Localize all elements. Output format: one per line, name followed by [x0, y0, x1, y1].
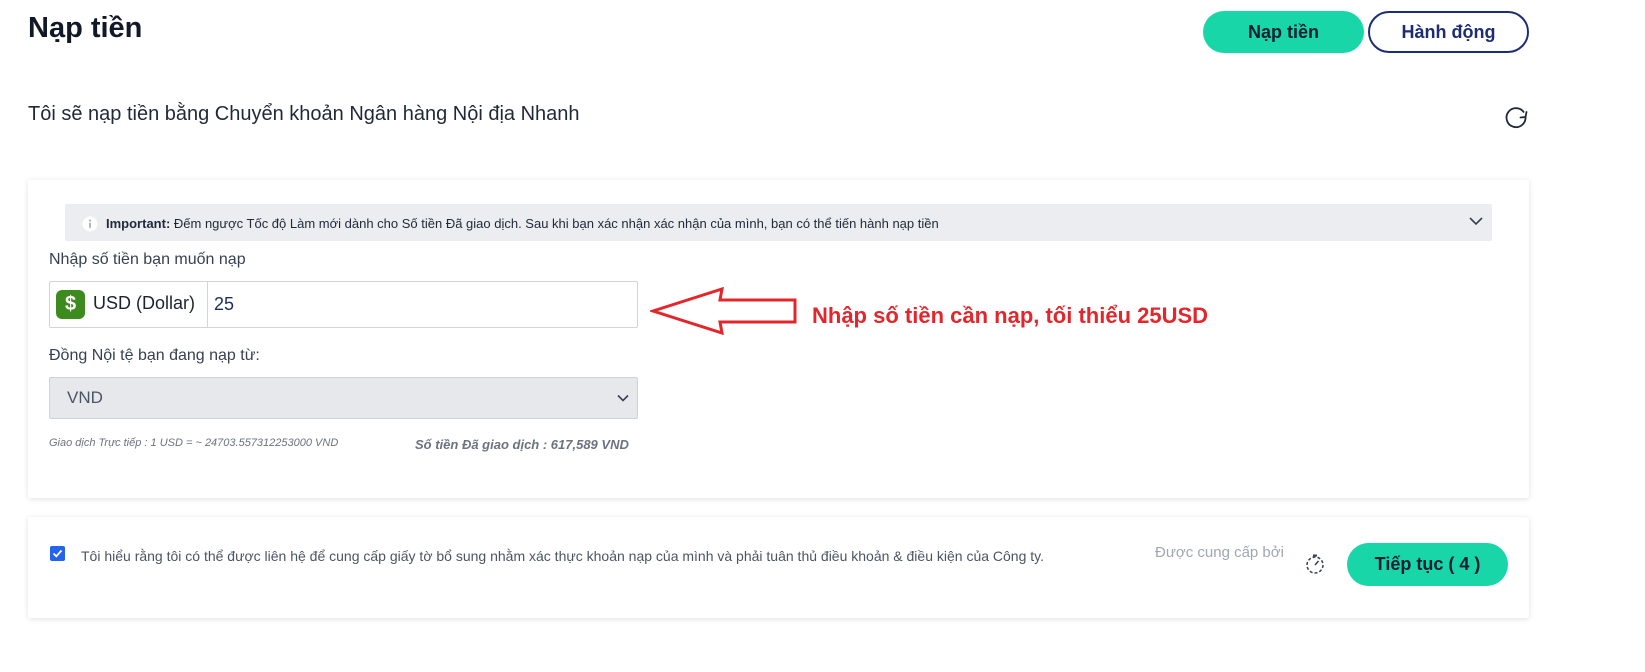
- chevron-down-icon[interactable]: [1468, 213, 1484, 229]
- provided-by-text: Được cung cấp bởi: [1155, 544, 1284, 561]
- amount-label: Nhập số tiền bạn muốn nạp: [49, 251, 246, 268]
- refresh-icon[interactable]: [1503, 104, 1529, 130]
- check-icon: [52, 549, 63, 558]
- local-currency-value: VND: [67, 388, 103, 407]
- annotation-text: Nhập số tiền cần nạp, tối thiểu 25USD: [812, 303, 1209, 328]
- notice-text: Important: Đếm ngược Tốc độ Làm mới dành…: [106, 216, 939, 231]
- timer-icon: [1306, 554, 1324, 574]
- continue-button[interactable]: Tiếp tục ( 4 ): [1347, 543, 1508, 586]
- dollar-icon: $: [56, 290, 85, 319]
- agree-checkbox[interactable]: [50, 546, 65, 561]
- local-currency-select[interactable]: [49, 377, 638, 419]
- notice-body: Đếm ngược Tốc độ Làm mới dành cho Số tiề…: [170, 216, 939, 231]
- page-title: Nạp tiền: [28, 12, 143, 44]
- deposit-method-text: Tôi sẽ nạp tiền bằng Chuyển khoản Ngân h…: [28, 103, 580, 125]
- exchange-rate-text: Giao dịch Trực tiếp : 1 USD = ~ 24703.55…: [49, 437, 339, 449]
- amount-input[interactable]: [208, 282, 636, 327]
- agree-text: Tôi hiểu rằng tôi có thể được liên hệ để…: [81, 548, 1045, 564]
- actions-button[interactable]: Hành động: [1368, 11, 1529, 53]
- local-currency-label: Đồng Nội tệ bạn đang nạp từ:: [49, 347, 260, 364]
- chevron-down-icon: [617, 394, 629, 402]
- notice-label: Important:: [106, 216, 171, 231]
- deposit-button[interactable]: Nạp tiền: [1203, 11, 1364, 53]
- currency-name: USD (Dollar): [93, 293, 196, 313]
- arrow-left-icon: [650, 287, 797, 335]
- converted-amount-text: Số tiền Đã giao dịch : 617,589 VND: [415, 437, 629, 452]
- info-icon: [82, 216, 98, 232]
